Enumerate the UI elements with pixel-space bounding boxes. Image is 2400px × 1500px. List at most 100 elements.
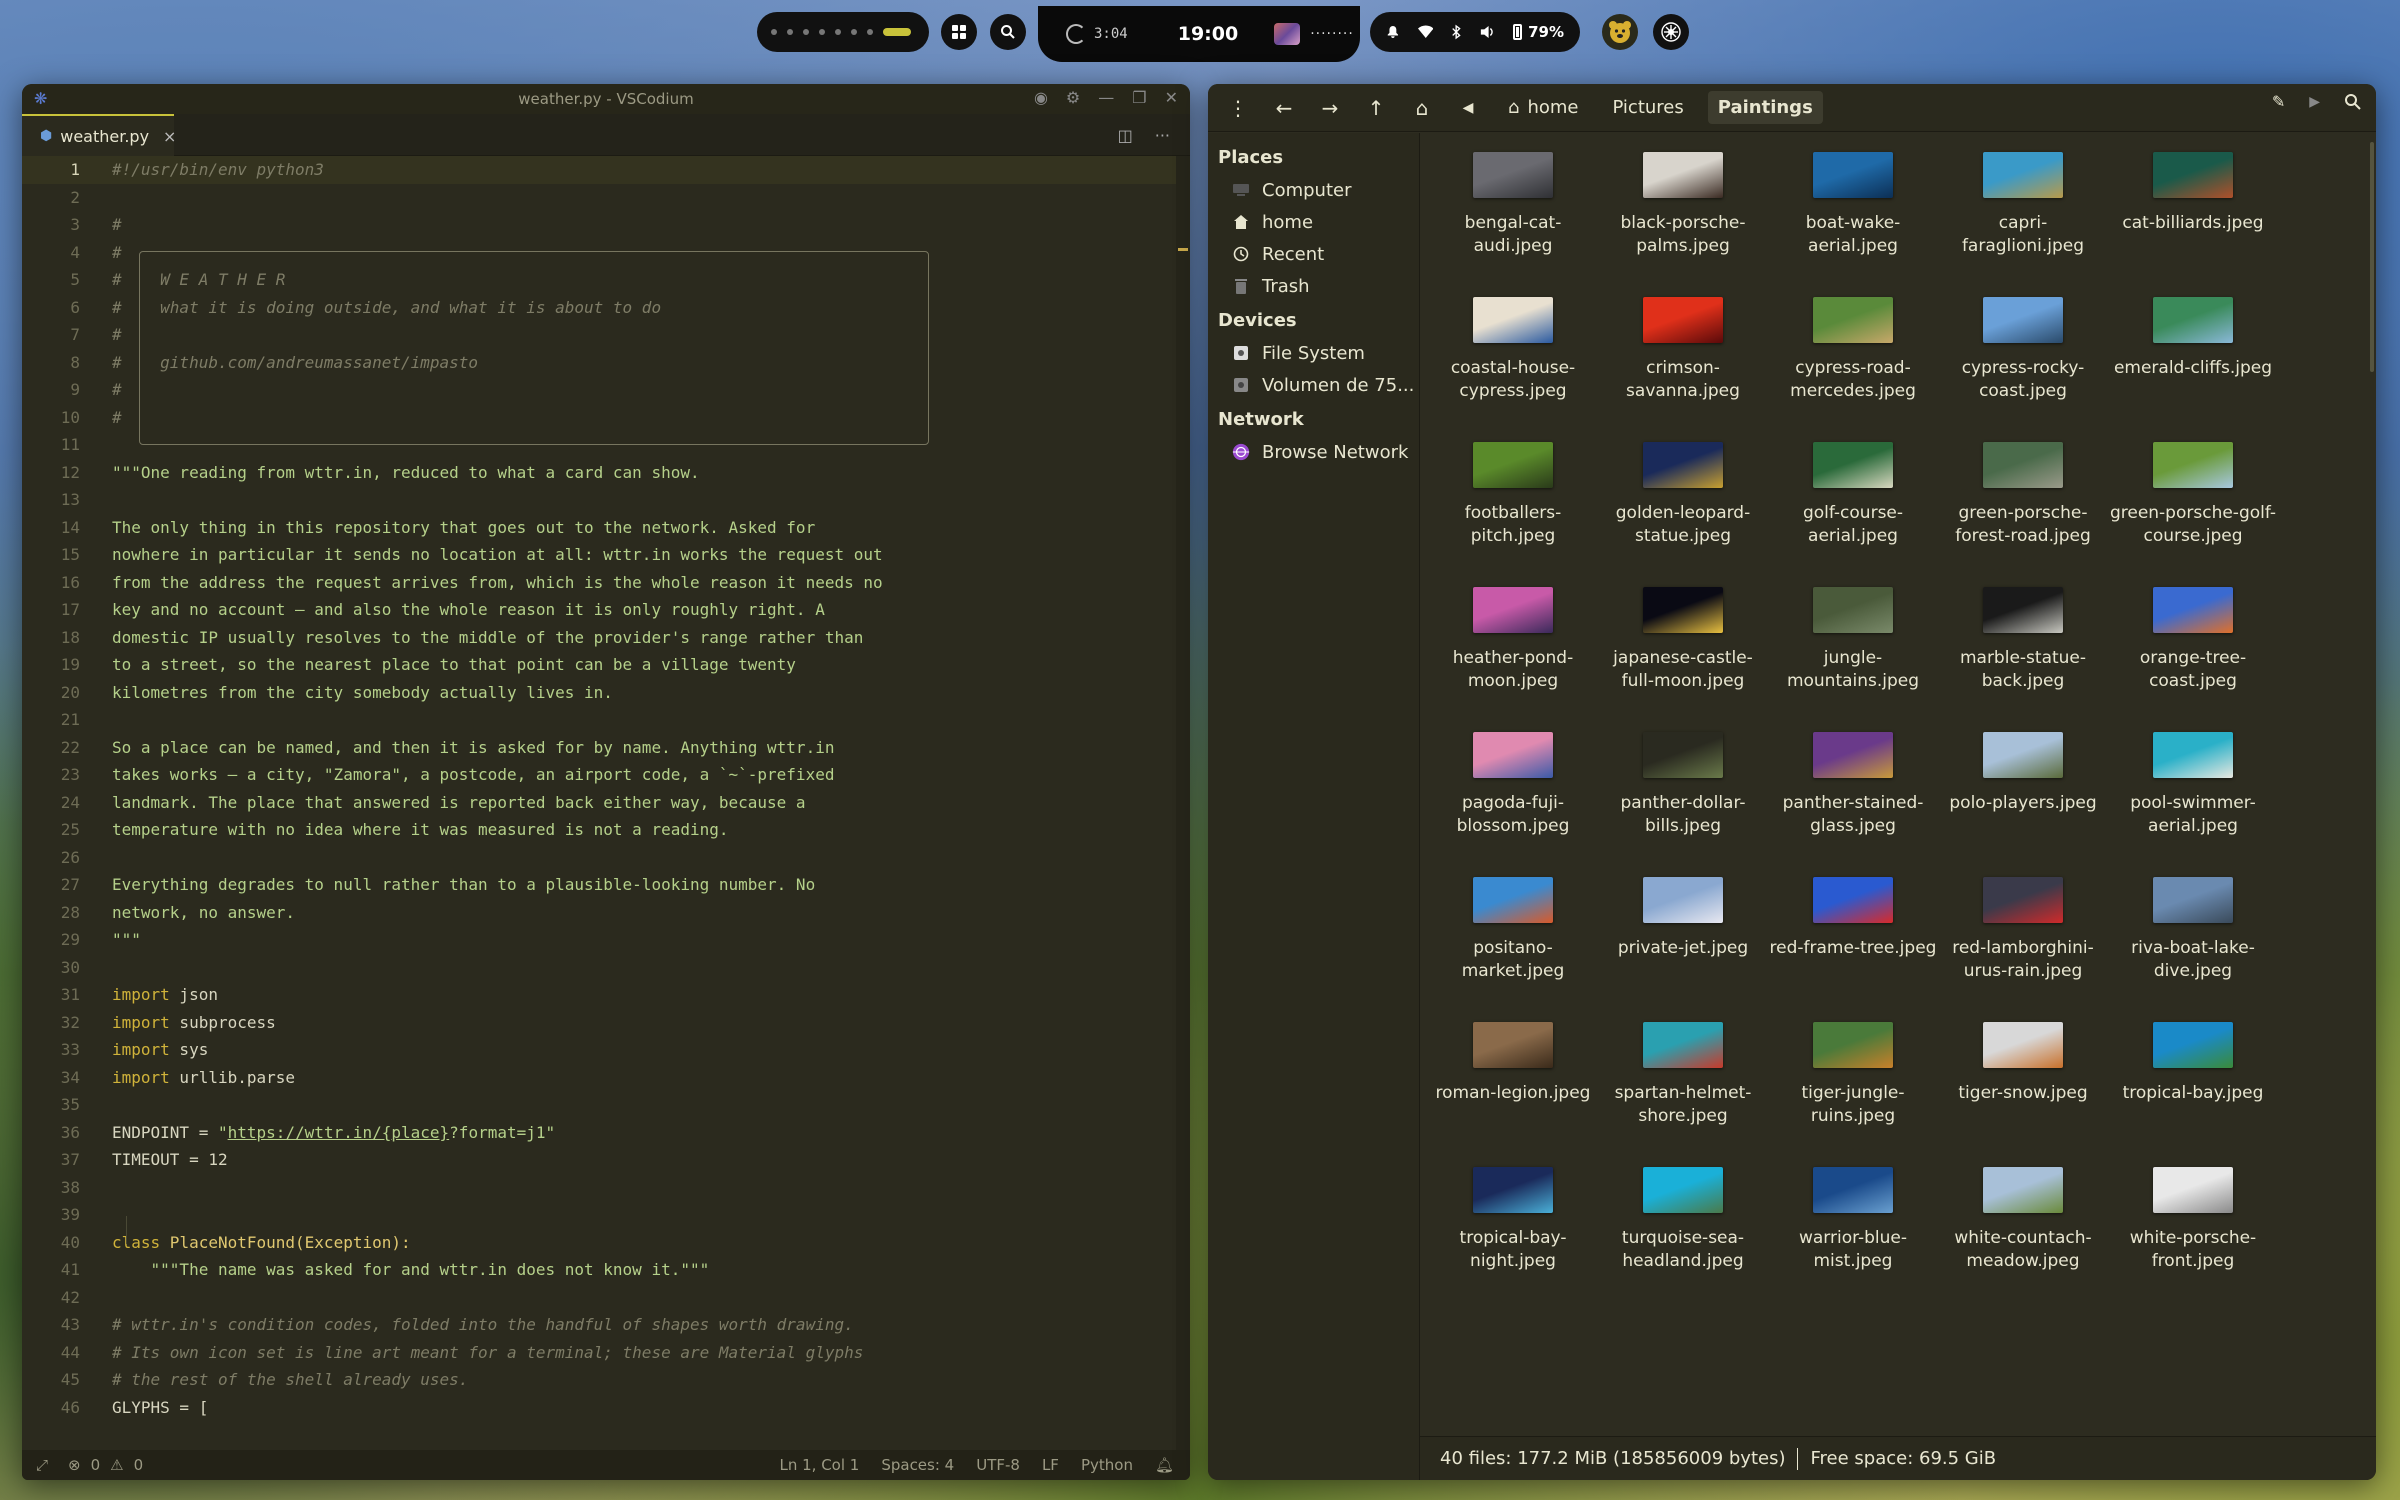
file-item[interactable]: black-porsche-palms.jpeg (1598, 142, 1768, 287)
sidebar-item-home[interactable]: home (1208, 206, 1419, 238)
media-title[interactable]: ········ (1310, 26, 1354, 42)
code-line[interactable]: 4 # (22, 239, 1190, 267)
eol-setting[interactable]: LF (1042, 1456, 1059, 1474)
code-line[interactable]: 33 import sys (22, 1036, 1190, 1064)
code-line[interactable]: 18 domestic IP usually resolves to the mi… (22, 624, 1190, 652)
code-line[interactable]: 39 (22, 1201, 1190, 1229)
breadcrumb-left-icon[interactable]: ◀ (1452, 92, 1484, 124)
code-line[interactable]: 36 ENDPOINT = "https://wttr.in/{place}?fo… (22, 1119, 1190, 1147)
code-line[interactable]: 9 # (22, 376, 1190, 404)
search-icon[interactable] (2344, 93, 2362, 111)
minimize-icon[interactable]: — (1098, 88, 1114, 107)
file-item[interactable]: cypress-rocky-coast.jpeg (1938, 287, 2108, 432)
code-line[interactable]: 26 (22, 844, 1190, 872)
code-line[interactable]: 31 import json (22, 981, 1190, 1009)
home-button-icon[interactable]: ⌂ (1406, 92, 1438, 124)
file-item[interactable]: red-frame-tree.jpeg (1768, 867, 1938, 1012)
file-item[interactable]: emerald-cliffs.jpeg (2108, 287, 2278, 432)
workspace-dot[interactable] (867, 29, 873, 35)
file-item[interactable]: polo-players.jpeg (1938, 722, 2108, 867)
sidebar-item-volume[interactable]: Volumen de 75... (1208, 369, 1419, 401)
code-line[interactable]: 10 # (22, 404, 1190, 432)
file-item[interactable]: white-countach-meadow.jpeg (1938, 1157, 2108, 1302)
sidebar-item-computer[interactable]: Computer (1208, 174, 1419, 206)
file-item[interactable]: private-jet.jpeg (1598, 867, 1768, 1012)
code-line[interactable]: 45 # the rest of the shell already uses. (22, 1366, 1190, 1394)
workspace-indicator[interactable] (757, 12, 929, 52)
code-line[interactable]: 40 class PlaceNotFound(Exception): (22, 1229, 1190, 1257)
file-item[interactable]: golden-leopard-statue.jpeg (1598, 432, 1768, 577)
workspace-dot[interactable] (771, 29, 777, 35)
system-status[interactable]: 79% (1370, 12, 1580, 52)
bluetooth-icon[interactable] (1451, 24, 1461, 40)
code-line[interactable]: 34 import urllib.parse (22, 1064, 1190, 1092)
notification-bell-icon[interactable] (1386, 24, 1400, 40)
file-item[interactable]: red-lamborghini-urus-rain.jpeg (1938, 867, 2108, 1012)
remote-indicator-icon[interactable]: ⤢ (36, 1456, 48, 1474)
breadcrumb-pictures[interactable]: Pictures (1602, 91, 1693, 124)
split-editor-icon[interactable]: ◫ (1118, 126, 1133, 145)
code-line[interactable]: 28 network, no answer. (22, 899, 1190, 927)
app-grid-button[interactable] (941, 14, 977, 50)
code-line[interactable]: 42 (22, 1284, 1190, 1312)
code-line[interactable]: 22 So a place can be named, and then it i… (22, 734, 1190, 762)
avatar-button[interactable] (1602, 14, 1638, 50)
file-item[interactable]: tropical-bay.jpeg (2108, 1012, 2278, 1157)
file-item[interactable]: golf-course-aerial.jpeg (1768, 432, 1938, 577)
code-line[interactable]: 6 # what it is doing outside, and what it… (22, 294, 1190, 322)
file-item[interactable]: heather-pond-moon.jpeg (1428, 577, 1598, 722)
code-editor[interactable]: 1 #!/usr/bin/env python3 2 3 #4 #5 # W E A T H… (22, 156, 1190, 1450)
close-icon[interactable]: ✕ (1165, 88, 1178, 107)
code-line[interactable]: 14 The only thing in this repository that… (22, 514, 1190, 542)
file-item[interactable]: green-porsche-golf-course.jpeg (2108, 432, 2278, 577)
code-line[interactable]: 5 # W E A T H E R (22, 266, 1190, 294)
code-line[interactable]: 32 import subprocess (22, 1009, 1190, 1037)
file-item[interactable]: spartan-helmet-shore.jpeg (1598, 1012, 1768, 1157)
encoding-setting[interactable]: UTF-8 (976, 1456, 1020, 1474)
power-menu-button[interactable] (1653, 14, 1689, 50)
battery-indicator[interactable]: 79% (1513, 23, 1564, 41)
workspace-dot[interactable] (835, 29, 841, 35)
file-item[interactable]: footballers-pitch.jpeg (1428, 432, 1598, 577)
code-line[interactable]: 41 """The name was asked for and wttr.in… (22, 1256, 1190, 1284)
cursor-position[interactable]: Ln 1, Col 1 (779, 1456, 859, 1474)
file-item[interactable]: warrior-blue-mist.jpeg (1768, 1157, 1938, 1302)
file-item[interactable]: bengal-cat-audi.jpeg (1428, 142, 1598, 287)
file-grid-scrollbar[interactable] (2370, 142, 2374, 372)
code-line[interactable]: 23 takes works — a city, "Zamora", a post… (22, 761, 1190, 789)
sidebar-item-browse-network[interactable]: Browse Network (1208, 436, 1419, 468)
code-line[interactable]: 35 (22, 1091, 1190, 1119)
code-line[interactable]: 16 from the address the request arrives f… (22, 569, 1190, 597)
media-thumbnail[interactable] (1274, 23, 1301, 45)
back-arrow-icon[interactable]: ← (1268, 92, 1300, 124)
file-item[interactable]: japanese-castle-full-moon.jpeg (1598, 577, 1768, 722)
sidebar-item-trash[interactable]: Trash (1208, 270, 1419, 302)
workspace-dot[interactable] (803, 29, 809, 35)
file-item[interactable]: tiger-jungle-ruins.jpeg (1768, 1012, 1938, 1157)
workspace-dot[interactable] (819, 29, 825, 35)
code-line[interactable]: 44 # Its own icon set is line art meant f… (22, 1339, 1190, 1367)
breadcrumb-home[interactable]: ⌂ home (1498, 91, 1588, 124)
file-item[interactable]: riva-boat-lake-dive.jpeg (2108, 867, 2278, 1012)
tab-weather-py[interactable]: ⬢ weather.py × (22, 114, 176, 156)
clock-pill[interactable]: 3:04 19:00 ········ (1038, 6, 1360, 62)
clock[interactable]: 19:00 (1178, 23, 1238, 45)
code-line[interactable]: 13 (22, 486, 1190, 514)
file-item[interactable]: cat-billiards.jpeg (2108, 142, 2278, 287)
code-line[interactable]: 11 (22, 431, 1190, 459)
file-item[interactable]: pagoda-fuji-blossom.jpeg (1428, 722, 1598, 867)
file-item[interactable]: positano-market.jpeg (1428, 867, 1598, 1012)
file-item[interactable]: green-porsche-forest-road.jpeg (1938, 432, 2108, 577)
file-item[interactable]: panther-dollar-bills.jpeg (1598, 722, 1768, 867)
file-item[interactable]: tiger-snow.jpeg (1938, 1012, 2108, 1157)
code-line[interactable]: 15 nowhere in particular it sends no loca… (22, 541, 1190, 569)
file-item[interactable]: boat-wake-aerial.jpeg (1768, 142, 1938, 287)
workspace-dot[interactable] (787, 29, 793, 35)
file-item[interactable]: panther-stained-glass.jpeg (1768, 722, 1938, 867)
account-icon[interactable]: ◉ (1034, 88, 1048, 107)
breadcrumb-paintings[interactable]: Paintings (1707, 91, 1823, 124)
code-line[interactable]: 37 TIMEOUT = 12 (22, 1146, 1190, 1174)
language-mode[interactable]: Python (1081, 1456, 1133, 1474)
workspace-dot[interactable] (851, 29, 857, 35)
volume-icon[interactable] (1480, 24, 1496, 40)
